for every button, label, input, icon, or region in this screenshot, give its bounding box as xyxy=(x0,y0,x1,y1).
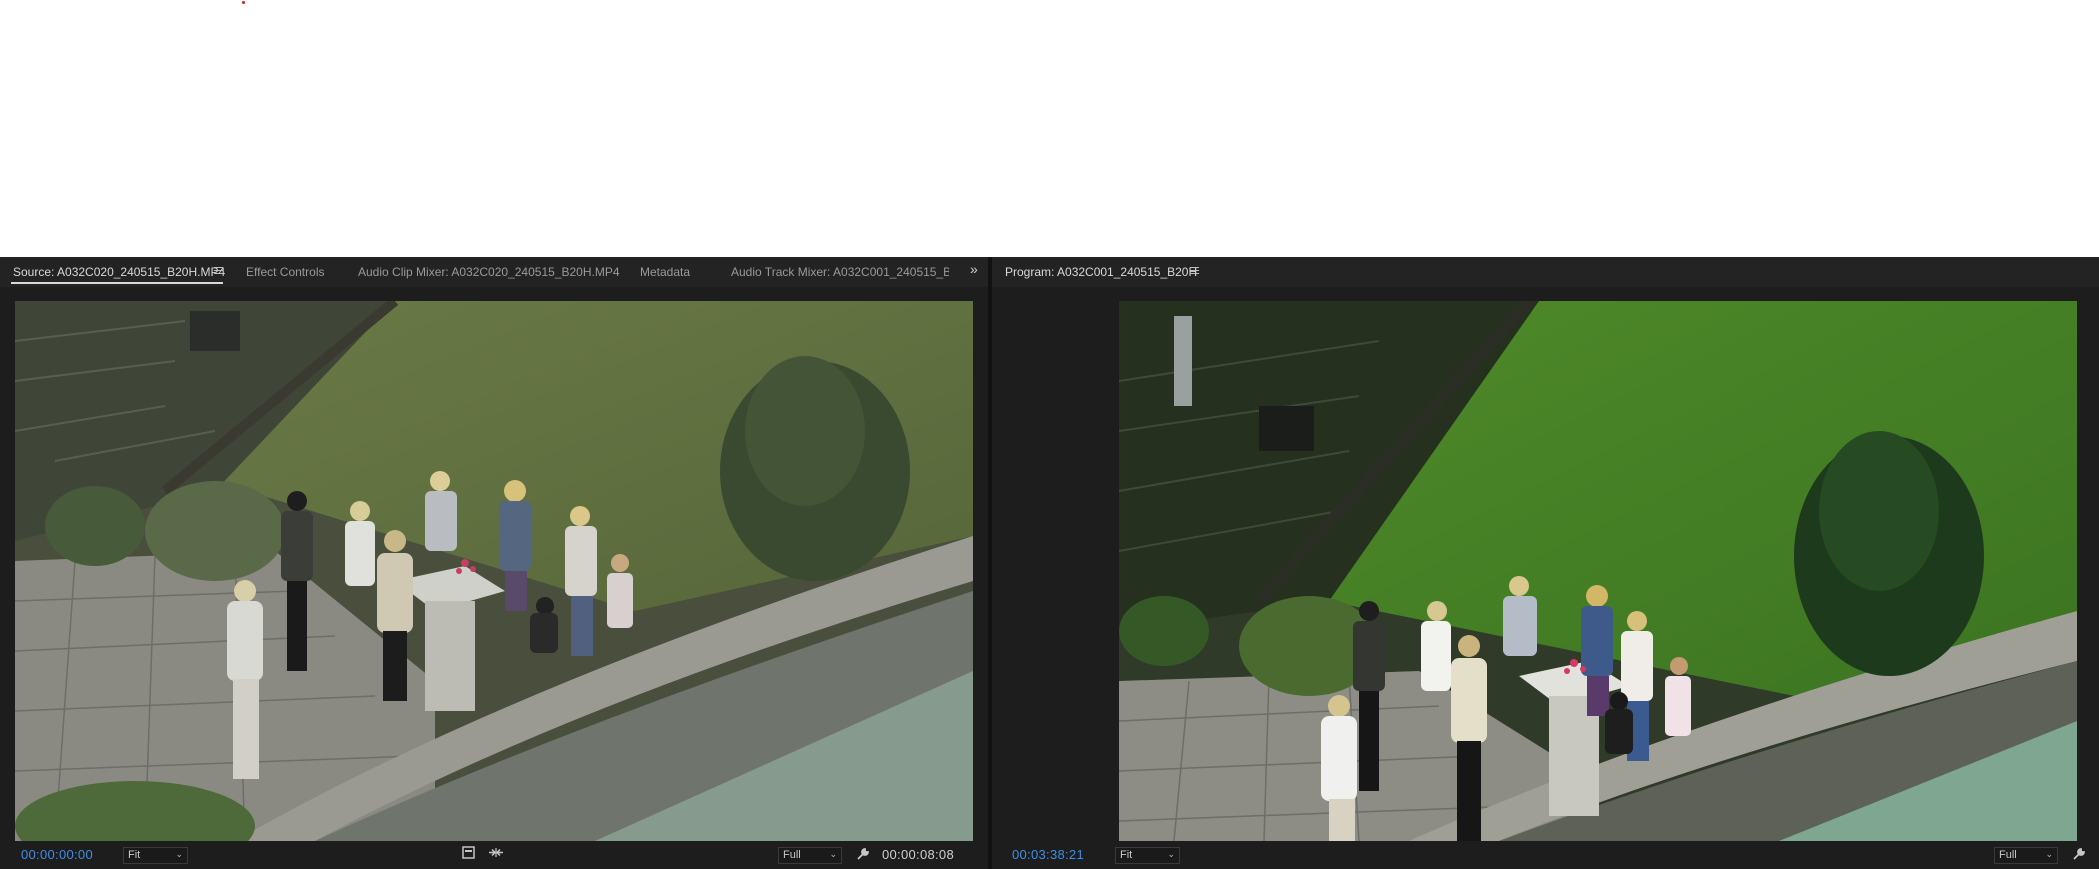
tab-metadata[interactable]: Metadata xyxy=(640,265,690,279)
camera-icon[interactable] xyxy=(462,846,475,862)
blank-area xyxy=(0,0,2099,257)
hamburger-icon[interactable] xyxy=(214,267,223,275)
wrench-icon[interactable] xyxy=(856,847,870,861)
program-resolution-select[interactable]: Full ⌄ xyxy=(1994,847,2058,864)
program-tab-bar: Program: A032C001_240515_B20H xyxy=(992,257,2099,287)
program-control-bar: 00:03:38:21 Fit ⌄ Full ⌄ xyxy=(992,841,2099,865)
source-duration: 00:00:08:08 xyxy=(882,847,954,862)
tab-program[interactable]: Program: A032C001_240515_B20H xyxy=(1005,265,1197,279)
double-chevron-right-icon[interactable]: » xyxy=(970,261,978,277)
source-tab-bar: Source: A032C020_240515_B20H.MP4 Effect … xyxy=(0,257,988,287)
wrench-icon[interactable] xyxy=(2072,847,2086,861)
tab-source[interactable]: Source: A032C020_240515_B20H.MP4 xyxy=(13,265,225,279)
tab-audio-track-mixer[interactable]: Audio Track Mixer: A032C001_240515_B20H xyxy=(731,265,949,279)
program-monitor-panel: Program: A032C001_240515_B20H 00:03:38:2… xyxy=(992,257,2099,869)
chevron-down-icon: ⌄ xyxy=(2045,849,2053,859)
red-marker-dot xyxy=(242,1,245,4)
hamburger-icon[interactable] xyxy=(1190,267,1199,275)
chevron-down-icon: ⌄ xyxy=(829,849,837,859)
source-resolution-select[interactable]: Full ⌄ xyxy=(778,847,842,864)
chevron-down-icon: ⌄ xyxy=(175,849,183,859)
program-timecode[interactable]: 00:03:38:21 xyxy=(1012,847,1084,862)
active-tab-underline xyxy=(11,282,223,284)
source-monitor-panel: Source: A032C020_240515_B20H.MP4 Effect … xyxy=(0,257,988,869)
source-timecode[interactable]: 00:00:00:00 xyxy=(21,847,93,862)
monitor-workspace: Source: A032C020_240515_B20H.MP4 Effect … xyxy=(0,257,2099,869)
source-zoom-select[interactable]: Fit ⌄ xyxy=(123,847,188,864)
tab-audio-clip-mixer[interactable]: Audio Clip Mixer: A032C020_240515_B20H.M… xyxy=(358,265,620,279)
source-video-frame[interactable] xyxy=(15,301,973,841)
program-video-frame[interactable] xyxy=(1119,301,2077,841)
tab-effect-controls[interactable]: Effect Controls xyxy=(246,265,324,279)
program-zoom-select[interactable]: Fit ⌄ xyxy=(1115,847,1180,864)
source-control-bar: 00:00:00:00 Fit ⌄ Full ⌄ 00:00:08:08 xyxy=(0,841,988,865)
chevron-down-icon: ⌄ xyxy=(1167,849,1175,859)
insert-icon[interactable] xyxy=(488,846,504,862)
